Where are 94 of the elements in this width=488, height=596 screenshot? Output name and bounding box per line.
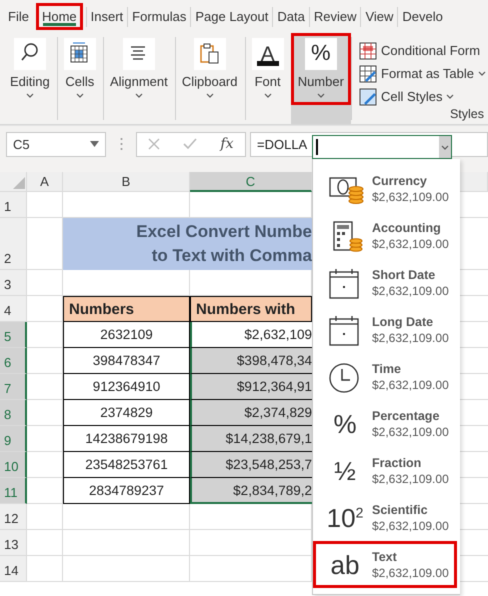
option-sample: $2,632,109.00: [372, 472, 450, 486]
row-header: 7: [0, 374, 27, 400]
option-sample: $2,632,109.00: [372, 236, 450, 250]
row-header: 11: [0, 478, 27, 504]
table-cell: $2,374,829: [190, 400, 312, 426]
ribbon-tab[interactable]: Review: [310, 3, 360, 30]
ribbon-group-button[interactable]: Cells: [56, 33, 103, 125]
search-icon: [14, 38, 46, 70]
format-symbol-icon: ½: [334, 458, 356, 484]
table-cell: $2,632,109: [190, 322, 312, 348]
column-header: B: [63, 172, 190, 192]
format-symbol-icon: 10$^{2}$: [326, 504, 364, 530]
caret-icon: [264, 93, 272, 98]
text-cursor: [316, 139, 318, 155]
column-header: A: [27, 172, 63, 192]
check-icon: [183, 138, 198, 150]
ribbon-tab[interactable]: Formulas: [128, 3, 190, 30]
table-cell: $912,364,91: [190, 374, 312, 400]
row-header: 10: [0, 452, 27, 478]
row-header: 6: [0, 348, 27, 374]
conditional-format-icon: [359, 42, 378, 60]
row-header: 3: [0, 270, 27, 296]
format-symbol-icon: ab: [330, 552, 360, 578]
row-header: 5: [0, 322, 27, 348]
percent-icon: %: [304, 38, 337, 70]
styles-menu-button[interactable]: Cell Styles: [357, 85, 488, 108]
ribbon-group-button[interactable]: Clipboard: [174, 33, 244, 125]
group-label: Styles: [450, 107, 484, 121]
ribbon-group-button[interactable]: % Number: [290, 33, 351, 105]
styles-menu-button[interactable]: Format as Table: [357, 62, 488, 85]
insert-function-button[interactable]: fx: [220, 136, 234, 152]
ribbon-tab[interactable]: Insert: [86, 3, 128, 30]
option-sample: $2,632,109.00: [372, 284, 450, 298]
ribbon-tab[interactable]: Data: [273, 3, 309, 30]
row-header: 9: [0, 426, 27, 452]
column-header: C: [190, 172, 312, 192]
caret-icon: [316, 93, 325, 98]
cancel-icon: [148, 138, 160, 150]
option-label: Scientific: [372, 502, 429, 516]
option-label: Currency: [372, 174, 428, 188]
styles-menu-button[interactable]: Conditional Form: [357, 39, 488, 62]
table-icon: [64, 38, 96, 70]
number-format-option[interactable]: ab Text $2,632,109.00: [313, 541, 457, 588]
cell-styles-icon: [359, 88, 378, 106]
row-header: 13: [0, 530, 27, 556]
option-label: Fraction: [372, 456, 422, 470]
ribbon-tab[interactable]: Develo: [398, 3, 447, 30]
caret-icon: [441, 144, 449, 150]
number-format-field[interactable]: [312, 135, 452, 159]
caret-icon: [90, 141, 99, 147]
table-cell: $2,834,789,2: [190, 478, 312, 504]
option-label: Time: [372, 362, 402, 376]
option-sample: $2,632,109.00: [372, 190, 450, 204]
select-all-icon: [13, 177, 25, 189]
option-sample: $2,632,109.00: [372, 566, 450, 580]
ribbon-tab[interactable]: Home: [36, 3, 83, 30]
option-label: Short Date: [372, 268, 436, 282]
table-cell: $14,238,679,1: [190, 426, 312, 452]
table-cell: $398,478,34: [190, 348, 312, 374]
clipboard-icon: [194, 38, 226, 70]
table-header-cell: Numbers with: [190, 296, 312, 322]
format-symbol-icon: %: [333, 410, 357, 436]
option-sample: $2,632,109.00: [372, 424, 450, 438]
caret-icon: [26, 93, 34, 98]
row-header: 2: [0, 218, 27, 270]
text-lines-icon: [122, 38, 155, 70]
option-label: Text: [372, 550, 398, 564]
ribbon-tab[interactable]: Page Layout: [191, 3, 272, 30]
option-sample: $2,632,109.00: [372, 330, 450, 344]
name-box[interactable]: C5: [6, 132, 106, 156]
table-cell: $23,548,253,7: [190, 452, 312, 478]
row-header: 14: [0, 556, 27, 582]
ribbon-group-button[interactable]: A Font: [244, 33, 291, 125]
option-label: Accounting: [372, 220, 442, 234]
row-header: 12: [0, 504, 27, 530]
ribbon-group-button[interactable]: Alignment: [102, 33, 175, 125]
caret-icon: [76, 93, 84, 98]
table-header-cell: Numbers: [63, 296, 190, 322]
option-label: Long Date: [372, 314, 434, 328]
ribbon-group-button[interactable]: Editing: [3, 33, 57, 125]
ribbon-tab[interactable]: View: [361, 3, 398, 30]
row-header: 4: [0, 296, 27, 322]
option-sample: $2,632,109.00: [372, 518, 450, 532]
caret-icon: [206, 93, 214, 98]
dropdown-button[interactable]: [439, 136, 451, 158]
row-header: 1: [0, 192, 27, 218]
caret-icon: [134, 93, 143, 98]
grip-icon: [120, 137, 123, 151]
sheet-title: Excel Convert Numbe to Text with Comma: [63, 218, 312, 270]
option-sample: $2,632,109.00: [372, 378, 450, 392]
option-label: Percentage: [372, 408, 440, 422]
format-table-icon: [359, 64, 378, 82]
row-header: 8: [0, 400, 27, 426]
ribbon-tab[interactable]: File: [4, 3, 33, 30]
